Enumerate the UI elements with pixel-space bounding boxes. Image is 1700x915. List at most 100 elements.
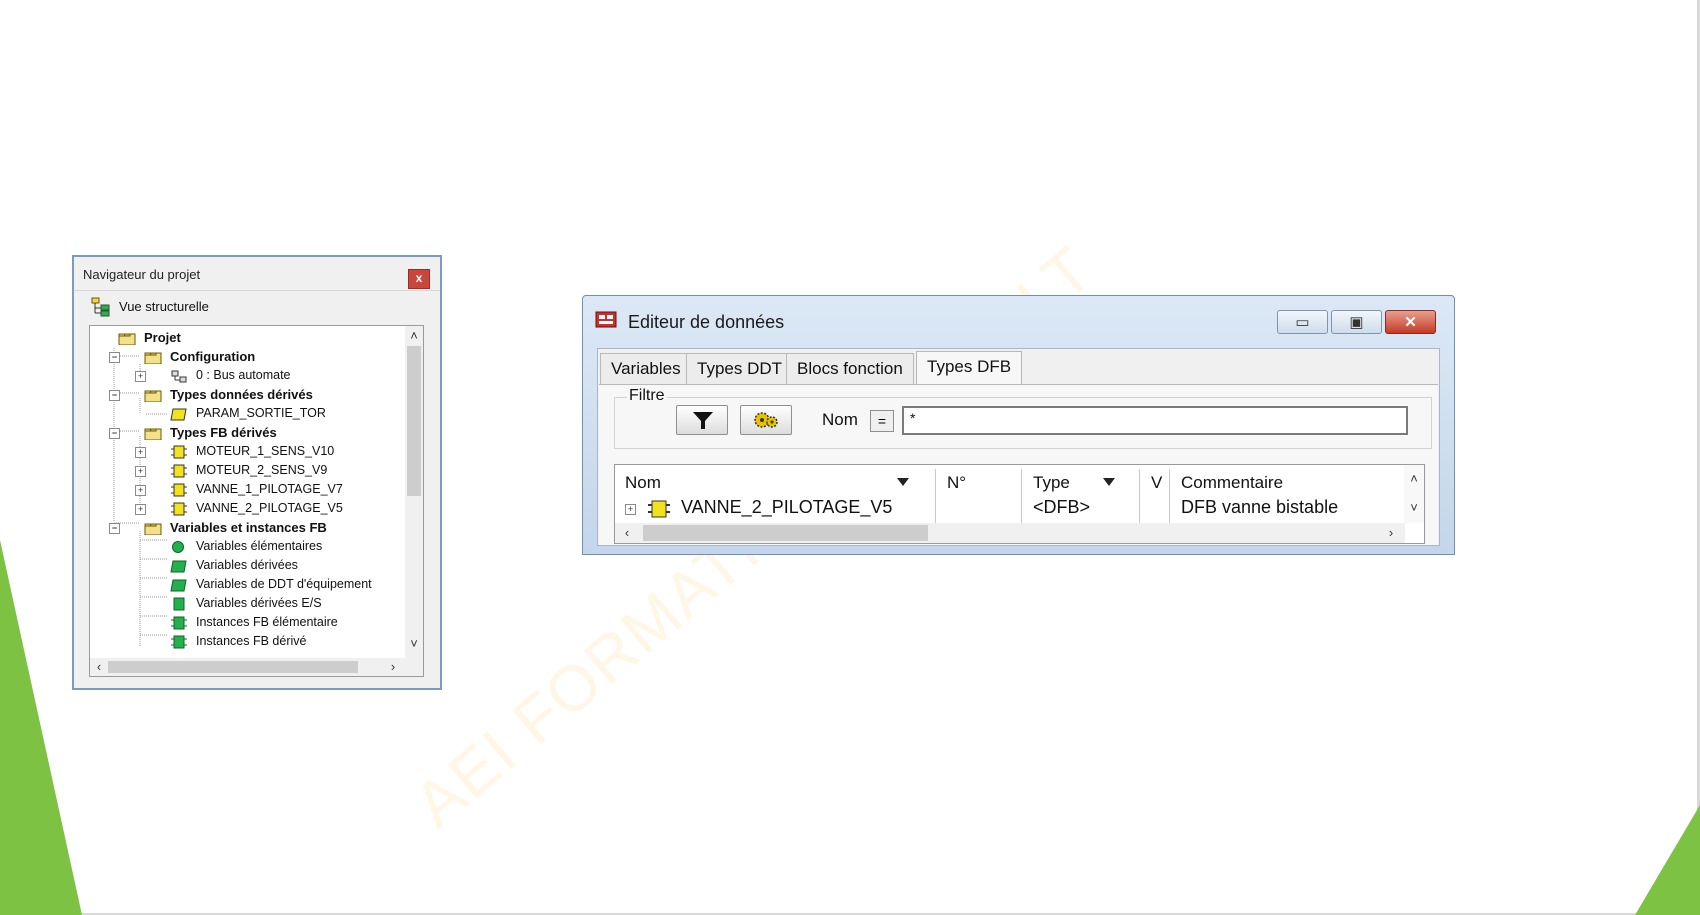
fb-icon [171,483,187,497]
tree-item-label: Instances FB dérivé [196,634,307,648]
column-separator [1169,469,1170,525]
tree-item-label: Configuration [170,349,256,364]
data-editor-title: Editeur de données [628,312,785,332]
nom-dropdown-icon[interactable] [897,478,909,486]
tree-item-label: Types données dérivés [170,387,313,402]
tree-expand-icon[interactable]: + [135,504,146,515]
types-dfb-panel: Filtre Nom = * Nom N° Type V Commentaire… [599,384,1438,545]
close-button[interactable]: ✕ [1385,310,1436,334]
tree-item[interactable]: Variables de DDT d'équipement [90,576,400,595]
cell-nom: VANNE_2_PILOTAGE_V5 [681,497,893,517]
column-header-nom[interactable]: Nom [615,465,920,495]
tree-collapse-icon[interactable]: − [109,352,120,363]
tree-item[interactable]: +0 : Bus automate [90,367,400,386]
tree-item-label: Variables dérivées [196,558,298,572]
tree-vertical-scroll-thumb[interactable] [407,346,421,496]
grid-scroll-down-icon[interactable]: ˅ [1406,500,1422,516]
tree-item[interactable]: Variables dérivées E/S [90,595,400,614]
type-dropdown-icon[interactable] [1103,478,1115,486]
scroll-down-arrow-icon[interactable]: ˅ [406,636,422,652]
structural-view-header[interactable]: Vue structurelle [89,295,432,319]
tree-expand-icon[interactable]: + [135,447,146,458]
tree-collapse-icon[interactable]: − [109,390,120,401]
data-editor-window: Editeur de données ▭ ▣ ✕ Variables Types… [582,295,1455,555]
grid-horizontal-scrollbar[interactable]: ‹ › [615,523,1405,543]
tree-item[interactable]: Instances FB dérivé [90,633,400,652]
grid-horizontal-scroll-thumb[interactable] [643,525,928,541]
grid-scroll-up-icon[interactable]: ˄ [1406,471,1422,487]
restore-icon: ▣ [1349,314,1364,331]
tree-collapse-icon[interactable]: − [109,428,120,439]
green-dot-icon [172,541,184,553]
minimize-button[interactable]: ▭ [1277,310,1328,334]
tree-item-label: VANNE_2_PILOTAGE_V5 [196,501,343,515]
tree-item[interactable]: − Types FB dérivés [90,424,400,443]
green-right-corner-decoration [1635,805,1700,915]
column-header-numero[interactable]: N° [937,465,1017,495]
tree-item[interactable]: + VANNE_2_PILOTAGE_V5 [90,500,400,519]
tree-item[interactable]: − Configuration [90,348,400,367]
tree-expand-icon[interactable]: + [135,466,146,477]
tree-item-label: MOTEUR_2_SENS_V9 [196,463,328,477]
row-expand-icon[interactable]: + [625,504,636,515]
apply-filter-button[interactable] [676,405,728,435]
project-navigator-window: Navigateur du projet x Vue structurelle [72,255,442,690]
scroll-left-arrow-icon[interactable]: ‹ [91,659,107,675]
column-header-v[interactable]: V [1141,465,1169,495]
filter-settings-button[interactable] [740,405,792,435]
filter-legend: Filtre [627,387,667,405]
filter-equals-button[interactable]: = [870,410,894,432]
scroll-up-arrow-icon[interactable]: ˄ [406,328,422,344]
tab-variables[interactable]: Variables [600,353,692,384]
column-nom-label: Nom [625,473,661,492]
tree-item-label: 0 : Bus automate [196,368,291,382]
tree-expand-icon[interactable]: + [135,371,146,382]
dfb-block-icon [648,500,670,518]
tree-item-label: Types FB dérivés [170,425,277,440]
tree-collapse-icon[interactable]: − [109,523,120,534]
green-ddt-icon [170,579,187,592]
tree-horizontal-scroll-thumb[interactable] [108,661,358,673]
tab-blocs-fonction[interactable]: Blocs fonction [786,353,914,384]
filter-name-input[interactable]: * [902,406,1408,435]
funnel-icon [693,412,713,429]
column-header-type[interactable]: Type [1023,465,1139,495]
tree-item[interactable]: + MOTEUR_2_SENS_V9 [90,462,400,481]
gears-icon [754,412,778,428]
project-tree: Projet − Configuration +0 : Bus automate − Ty… [89,325,424,677]
close-icon: ✕ [1404,314,1417,331]
tree-item[interactable]: + MOTEUR_1_SENS_V10 [90,443,400,462]
tree-item[interactable]: − Variables et instances FB [90,519,400,538]
ddt-icon [170,408,187,421]
tree-item-label: Instances FB élémentaire [196,615,338,629]
tab-types-dfb[interactable]: Types DFB [916,351,1023,384]
grid-vertical-scrollbar[interactable]: ˄ ˅ [1404,465,1424,523]
tree-item[interactable]: − Types données dérivés [90,386,400,405]
navigator-close-button[interactable]: x [408,269,430,289]
grid-scroll-right-icon[interactable]: › [1383,525,1399,541]
folder-open-icon [144,428,162,440]
tree-vertical-scrollbar[interactable]: ˄ ˅ [405,326,423,658]
tree-item[interactable]: Variables dérivées [90,557,400,576]
tree-item[interactable]: Projet [90,329,400,348]
tree-item-label: Variables et instances FB [170,520,327,535]
green-ddt-icon [170,560,187,573]
tree-item[interactable]: Instances FB élémentaire [90,614,400,633]
scroll-right-arrow-icon[interactable]: › [385,659,401,675]
navigator-title-bar: Navigateur du projet x [74,257,440,291]
column-separator [1139,469,1140,525]
tree-item[interactable]: + VANNE_1_PILOTAGE_V7 [90,481,400,500]
tree-horizontal-scrollbar[interactable]: ‹ › [90,658,423,676]
maximize-button[interactable]: ▣ [1331,310,1382,334]
grid-scroll-left-icon[interactable]: ‹ [619,525,635,541]
column-header-commentaire[interactable]: Commentaire [1171,465,1371,495]
minimize-icon: ▭ [1295,314,1310,331]
dfb-types-grid: Nom N° Type V Commentaire + VANNE_2_PILO… [614,464,1425,544]
tree-item[interactable]: Variables élémentaires [90,538,400,557]
tab-types-ddt[interactable]: Types DDT [686,353,794,384]
cell-commentaire: DFB vanne bistable [1181,497,1339,517]
fb-icon [171,502,187,516]
tree-item[interactable]: PARAM_SORTIE_TOR [90,405,400,424]
tree-item-label: VANNE_1_PILOTAGE_V7 [196,482,343,496]
tree-expand-icon[interactable]: + [135,485,146,496]
